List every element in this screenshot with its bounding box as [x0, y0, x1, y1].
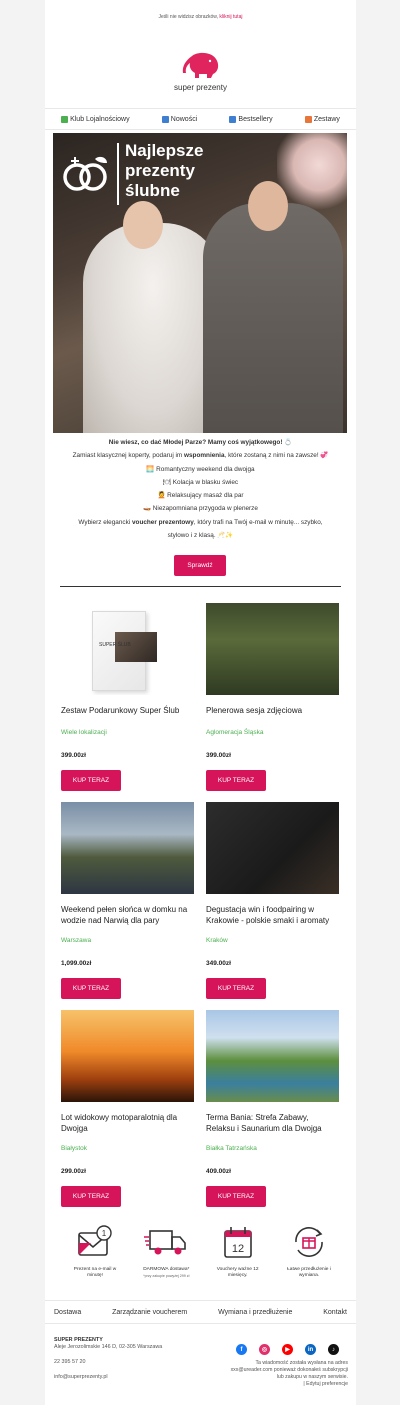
- buy-now-button[interactable]: KUP TERAZ: [206, 770, 266, 791]
- product-card: Terma Bania: Strefa Zabawy, Relaksu i Sa…: [206, 1010, 339, 1210]
- gift-exchange-icon: [295, 1227, 323, 1257]
- company-email[interactable]: info@superprezenty.pl: [54, 1374, 162, 1381]
- product-card: Weekend pełen słońca w domku na wodzie n…: [61, 802, 194, 1002]
- company-phone[interactable]: 22 395 57 20: [54, 1359, 162, 1366]
- buy-now-button[interactable]: KUP TERAZ: [61, 770, 121, 791]
- footer-link-exchange[interactable]: Wymiana i przedłużenie: [218, 1309, 292, 1316]
- bullet-dinner: 🍽 Kolacja w blasku świec: [162, 478, 239, 486]
- facebook-icon[interactable]: f: [236, 1344, 247, 1355]
- product-image[interactable]: [206, 802, 339, 894]
- company-name: SUPER PREZENTY: [54, 1337, 103, 1343]
- email-body: Jeśli nie widzisz obrazków, kliknij tuta…: [45, 0, 356, 1405]
- edit-preferences-link[interactable]: | Edytuj preferencje: [205, 1381, 348, 1388]
- bride-figure: [83, 223, 223, 433]
- click-here-link[interactable]: kliknij tutaj: [219, 14, 242, 20]
- product-price: 409.00zł: [206, 1168, 231, 1175]
- svg-text:1: 1: [102, 1229, 107, 1238]
- groom-figure: [203, 203, 343, 433]
- images-notice: Jeśli nie widzisz obrazków, kliknij tuta…: [45, 14, 356, 20]
- product-image[interactable]: [61, 802, 194, 894]
- buy-now-button[interactable]: KUP TERAZ: [61, 978, 121, 999]
- legal-notice: Ta wiadomość została wysłana na adres xx…: [205, 1360, 348, 1388]
- features-row: 1 Prezent na e-mail w minutę! DARMOWA do…: [67, 1225, 337, 1280]
- product-location: Warszawa: [61, 937, 92, 944]
- instagram-icon[interactable]: ◎: [259, 1344, 270, 1355]
- product-name[interactable]: Plenerowa sesja zdjęciowa: [206, 705, 339, 716]
- footer-navigation: Dostawa Zarządzanie voucherem Wymiana i …: [45, 1300, 356, 1324]
- footer-link-contact[interactable]: Kontakt: [323, 1309, 347, 1316]
- product-card: Lot widokowy motoparalotnią dla Dwojga B…: [61, 1010, 194, 1210]
- product-location: Aglomeracja Śląska: [206, 729, 264, 736]
- nav-item-bestsellers[interactable]: Bestsellery: [229, 115, 273, 123]
- product-card: SUPER ŚLUB Zestaw Podarunkowy Super Ślub…: [61, 603, 194, 793]
- linkedin-icon[interactable]: in: [305, 1344, 316, 1355]
- social-links: f ◎ ▶ in ♪: [236, 1344, 339, 1355]
- hero-title: Najlepsze prezenty ślubne: [125, 141, 204, 200]
- top-navigation: Klub Lojalnościowy Nowości Bestsellery Z…: [45, 108, 356, 130]
- feature-email: 1 Prezent na e-mail w minutę!: [67, 1225, 123, 1280]
- product-location: Kraków: [206, 937, 228, 944]
- money-icon: [61, 115, 69, 123]
- new-icon: [161, 115, 169, 123]
- product-location: Wiele lokalizacji: [61, 729, 107, 736]
- wedding-rings-icon: [63, 156, 107, 191]
- product-price: 399.00zł: [61, 752, 86, 759]
- product-name[interactable]: Weekend pełen słońca w domku na wodzie n…: [61, 904, 194, 926]
- buy-now-button[interactable]: KUP TERAZ: [206, 1186, 266, 1207]
- delivery-truck-icon: [144, 1230, 187, 1255]
- company-info: SUPER PREZENTY Aleje Jerozolimskie 146 D…: [54, 1337, 162, 1381]
- nav-item-loyalty[interactable]: Klub Lojalnościowy: [61, 115, 130, 123]
- feature-delivery: DARMOWA dostawa* *przy zakupie powyżej 2…: [138, 1225, 194, 1280]
- top-icon: [229, 115, 237, 123]
- bullet-weekend: 🌅 Romantyczny weekend dla dwojga: [146, 465, 255, 473]
- youtube-icon[interactable]: ▶: [282, 1344, 293, 1355]
- calendar-icon: 12: [223, 1227, 252, 1258]
- product-image[interactable]: SUPER ŚLUB: [61, 603, 194, 695]
- product-price: 1,099.00zł: [61, 960, 92, 967]
- product-location: Białystok: [61, 1145, 88, 1152]
- product-name[interactable]: Degustacja win i foodpairing w Krakowie …: [206, 904, 339, 926]
- product-name[interactable]: Lot widokowy motoparalotnią dla Dwojga: [61, 1112, 194, 1134]
- email-icon: 1: [78, 1225, 112, 1256]
- product-image[interactable]: [61, 1010, 194, 1102]
- footer-link-voucher-management[interactable]: Zarządzanie voucherem: [112, 1309, 187, 1316]
- product-location: Białka Tatrzańska: [206, 1145, 257, 1152]
- check-button[interactable]: Sprawdź: [174, 555, 226, 576]
- brand-name: super prezenty: [174, 83, 227, 92]
- tiktok-icon[interactable]: ♪: [328, 1344, 339, 1355]
- nav-item-sets[interactable]: Zestawy: [304, 115, 340, 123]
- product-price: 399.00zł: [206, 752, 231, 759]
- feature-exchange: Łatwe przedłużenie i wymiana.: [281, 1225, 337, 1280]
- buy-now-button[interactable]: KUP TERAZ: [206, 978, 266, 999]
- product-price: 299.00zł: [61, 1168, 86, 1175]
- bullet-massage: 💆 Relaksujący masaż dla par: [157, 492, 244, 500]
- nav-item-new[interactable]: Nowości: [161, 115, 197, 123]
- product-card: Plenerowa sesja zdjęciowa Aglomeracja Śl…: [206, 603, 339, 793]
- product-name[interactable]: Zestaw Podarunkowy Super Ślub: [61, 705, 194, 716]
- gift-icon: [304, 115, 312, 123]
- divider-line: [60, 586, 341, 587]
- feature-validity: 12 Vouchery ważne 12 miesięcy.: [210, 1225, 266, 1280]
- bullet-adventure: 🛶 Niezapomniana przygoda w plenerze: [143, 505, 258, 513]
- product-name[interactable]: Terma Bania: Strefa Zabawy, Relaksu i Sa…: [206, 1112, 339, 1134]
- product-card: Degustacja win i foodpairing w Krakowie …: [206, 802, 339, 1002]
- elephant-logo-icon[interactable]: [180, 52, 222, 80]
- intro-text: Nie wiesz, co dać Młodej Parze? Mamy coś…: [45, 436, 356, 542]
- product-price: 349.00zł: [206, 960, 231, 967]
- hero-banner[interactable]: Najlepsze prezenty ślubne: [53, 133, 347, 433]
- product-image[interactable]: [206, 1010, 339, 1102]
- company-address: Aleje Jerozolimskie 146 D, 02-305 Warsza…: [54, 1344, 163, 1350]
- images-notice-text: Jeśli nie widzisz obrazków,: [158, 14, 220, 20]
- product-image[interactable]: [206, 603, 339, 695]
- svg-text:12: 12: [232, 1243, 244, 1255]
- buy-now-button[interactable]: KUP TERAZ: [61, 1186, 121, 1207]
- footer-link-delivery[interactable]: Dostawa: [54, 1309, 81, 1316]
